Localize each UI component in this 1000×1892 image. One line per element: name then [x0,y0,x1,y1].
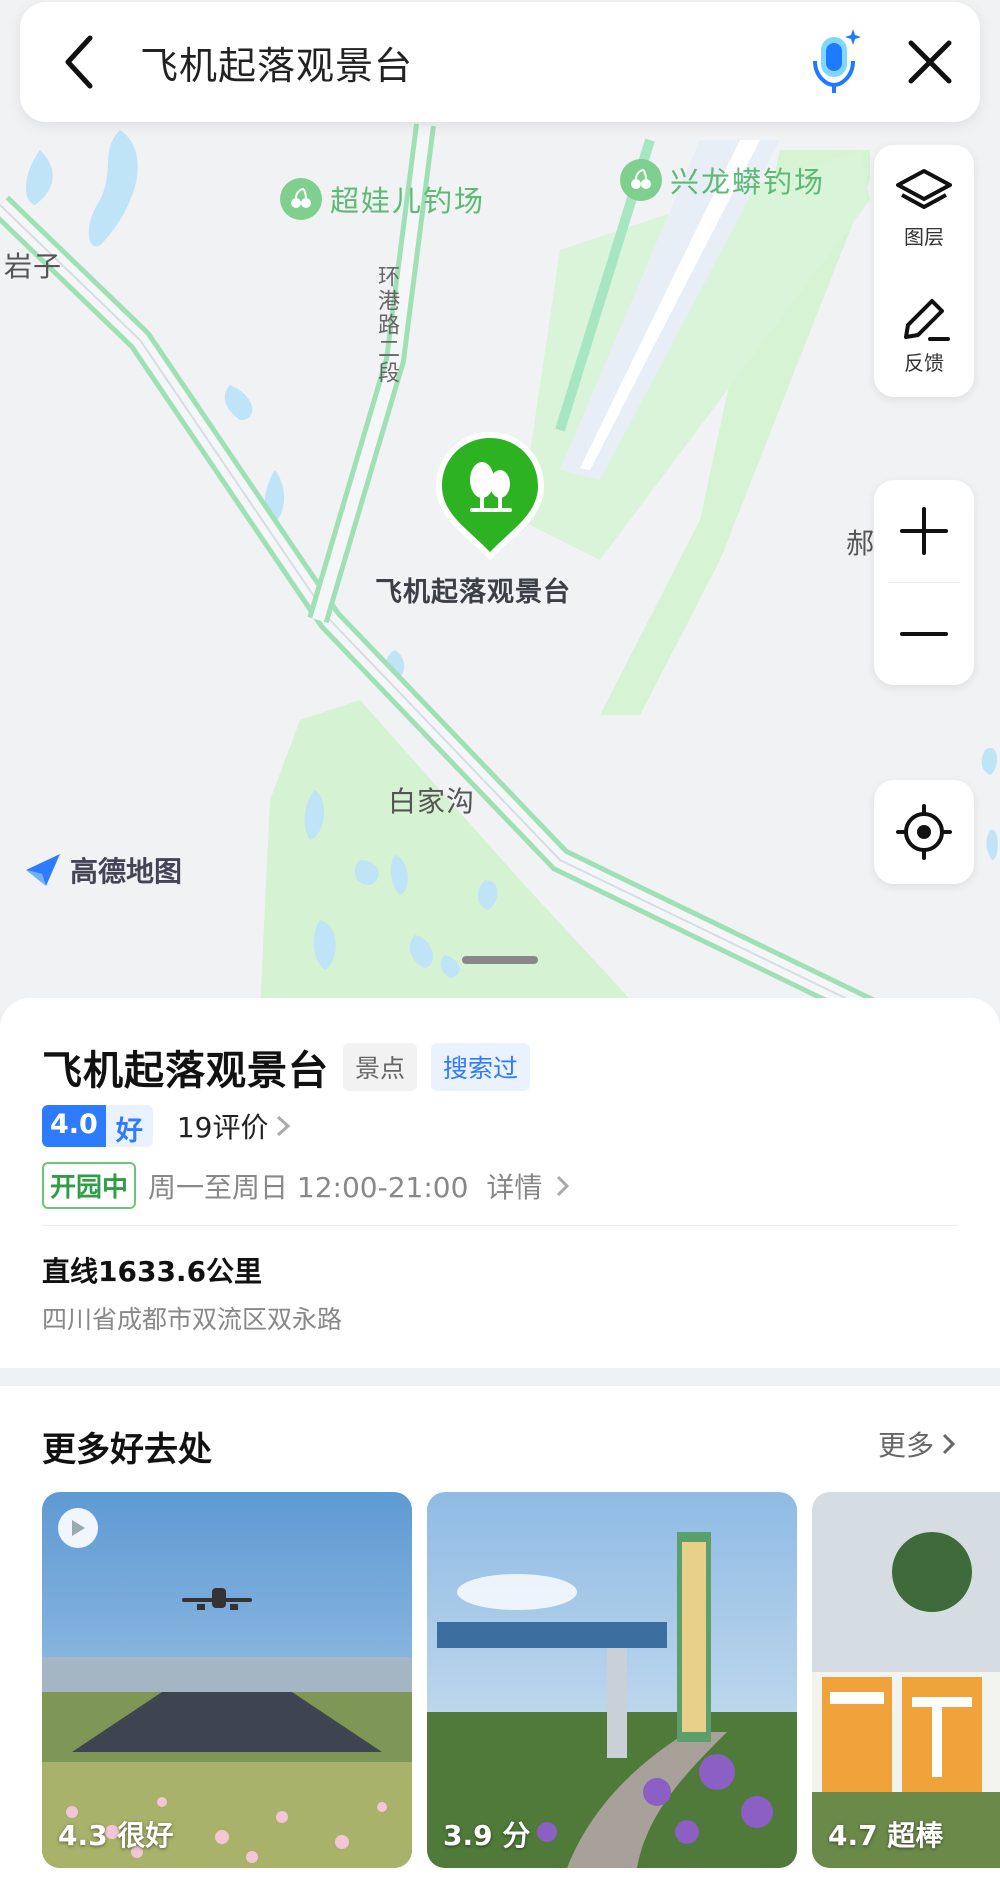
microphone-icon [813,29,861,93]
locate-button[interactable] [874,780,974,884]
fishing-icon [620,159,662,201]
card-score: 4.7 超棒 [828,1819,944,1852]
location-marker[interactable] [432,428,548,562]
rating-row[interactable]: 4.0 好 19评价 [42,1105,294,1147]
divider [42,1225,958,1226]
card-score: 4.3 很好 [58,1819,174,1852]
place-title: 飞机起落观景台 [42,1048,329,1094]
hours-row[interactable]: 开园中 周一至周日 12:00-21:00 详情 [42,1162,572,1209]
section-title: 更多好去处 [42,1430,212,1470]
address-text[interactable]: 四川省成都市双流区双永路 [42,1300,342,1336]
card-image-park [427,1492,797,1868]
plus-icon [900,507,948,555]
card-image-airport [42,1492,412,1868]
place-title-row: 飞机起落观景台 景点 搜索过 [42,1038,531,1096]
locate-card [874,780,974,884]
fishing-icon [280,178,322,220]
more-link-label: 更多 [877,1429,934,1462]
map-label-partial: 郝 [846,527,876,560]
card-image-garden [812,1492,1000,1868]
distance-text: 直线1633.6公里 [42,1255,263,1288]
layers-icon [896,168,952,209]
chevron-right-icon [557,1175,570,1196]
amap-logo-icon [26,854,60,886]
edit-icon [904,298,950,341]
locate-icon [896,804,952,860]
place-card[interactable]: 4.7 超棒 [812,1492,1000,1868]
voice-button[interactable] [790,2,880,122]
place-detail-sheet: 飞机起落观景台 景点 搜索过 4.0 好 19评价 开园中 周一至周日 12:0… [0,998,1000,1368]
card-score: 3.9 分 [443,1819,531,1852]
feedback-button[interactable]: 反馈 [874,271,974,397]
poi-xinglong[interactable]: 兴龙蟒钓场 [620,159,825,201]
map-label-baijiagou: 白家沟 [388,785,476,818]
score-level: 好 [105,1105,153,1147]
category-tag: 景点 [343,1043,418,1091]
reviews-link[interactable]: 19评价 [177,1106,269,1146]
zoom-out-button[interactable] [874,583,974,685]
zoom-card [874,480,974,685]
search-query[interactable]: 飞机起落观景台 [140,35,790,90]
open-status-badge: 开园中 [42,1162,137,1209]
search-bar[interactable]: 飞机起落观景台 [20,2,980,122]
place-card[interactable]: 3.9 分 [427,1492,797,1868]
poi-label: 兴龙蟒钓场 [670,165,826,199]
more-places-section: 更多好去处 更多 4.3 很好 3.9 分 4.7 超棒 [0,1386,1000,1892]
sheet-drag-handle[interactable] [462,956,538,964]
feedback-label: 反馈 [904,350,944,375]
opening-hours: 周一至周日 12:00-21:00 [148,1170,469,1204]
layers-label: 图层 [904,224,944,249]
close-button[interactable] [880,2,980,122]
minus-icon [900,632,948,636]
chevron-right-icon [942,1433,956,1455]
score-value: 4.0 [42,1105,106,1147]
marker-label: 飞机起落观景台 [375,577,571,608]
amap-logo: 高德地图 [24,850,182,890]
close-icon [908,40,952,84]
chevron-right-icon [277,1115,291,1137]
details-link[interactable]: 详情 [486,1166,542,1206]
searched-tag: 搜索过 [431,1043,531,1091]
map-view[interactable]: 岩子 环港路二段 白家沟 郝 超娃儿钓场 兴龙蟒钓场 飞机起落观景台 高德地图 … [0,0,1000,1010]
back-arrow-icon [65,35,93,89]
zoom-in-button[interactable] [874,480,974,582]
poi-label: 超娃儿钓场 [330,184,486,218]
layers-button[interactable]: 图层 [874,145,974,271]
map-label-road: 环港路二段 [374,265,399,385]
poi-chaowaer[interactable]: 超娃儿钓场 [280,178,485,220]
amap-logo-text: 高德地图 [70,855,183,888]
place-card[interactable]: 4.3 很好 [42,1492,412,1868]
map-tools-card: 图层 反馈 [874,145,974,397]
map-label-yanzi: 岩子 [4,250,63,283]
play-icon[interactable] [58,1508,98,1548]
more-link[interactable]: 更多 [878,1424,958,1464]
score-badge: 4.0 好 [42,1105,153,1147]
back-button[interactable] [20,2,140,122]
